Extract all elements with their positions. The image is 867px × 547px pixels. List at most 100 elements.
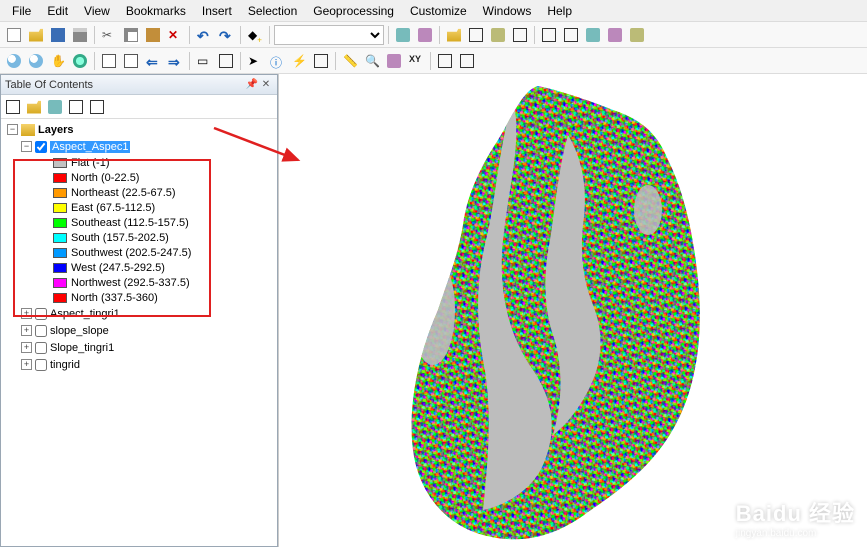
create-viewer-button[interactable] [457,51,477,71]
fixed-zoom-out-icon [124,54,138,68]
cut-button[interactable]: ✂ [99,25,119,45]
list-by-selection-button[interactable] [66,97,86,117]
select-features-button[interactable]: ▭ [194,51,214,71]
layer-row-aspect-aspec1[interactable]: − Aspect_Aspec1 [1,138,277,155]
menu-file[interactable]: File [4,2,39,20]
save-button[interactable] [48,25,68,45]
legend-label: Northeast (22.5-67.5) [71,187,176,199]
goto-xy-button[interactable]: XY [406,51,426,71]
expander-icon[interactable]: + [21,342,32,353]
legend-item: Northeast (22.5-67.5) [1,185,277,200]
menu-geoprocessing[interactable]: Geoprocessing [305,2,402,20]
new-button[interactable] [4,25,24,45]
menu-windows[interactable]: Windows [475,2,540,20]
prev-extent-button[interactable]: ⇐ [143,51,163,71]
menu-help[interactable]: Help [539,2,580,20]
menu-customize[interactable]: Customize [402,2,475,20]
list-by-visibility-button[interactable] [45,97,65,117]
results-button[interactable] [561,25,581,45]
toolbox-button[interactable] [415,25,435,45]
measure-button[interactable]: 📏 [340,51,360,71]
layer-visibility-checkbox[interactable] [35,359,47,371]
map-view[interactable]: Baidu 经验 jingyan.baidu.com [278,74,867,547]
copy-button[interactable] [121,25,141,45]
menu-bookmarks[interactable]: Bookmarks [118,2,194,20]
add-data-button[interactable]: ◆+ [245,25,265,45]
pan-button[interactable]: ✋ [48,51,68,71]
separator [94,52,95,70]
close-icon[interactable]: ✕ [259,78,273,92]
options-button[interactable] [87,97,107,117]
pointer-button[interactable]: ➤ [245,51,265,71]
layer-visibility-checkbox[interactable] [35,308,47,320]
folder-open-icon [29,28,43,42]
layers-root-row[interactable]: − Layers [1,121,277,138]
find-route-button[interactable] [384,51,404,71]
paste-button[interactable] [143,25,163,45]
swatch-icon [53,203,67,213]
catalog-button[interactable] [444,25,464,45]
python-icon [513,28,527,42]
identify-button[interactable]: ⓘ [267,51,287,71]
menu-insert[interactable]: Insert [194,2,240,20]
scale-dropdown[interactable] [274,25,384,45]
find-route-icon [387,54,401,68]
delete-button[interactable]: ✕ [165,25,185,45]
hyperlink-button[interactable]: ⚡ [289,51,309,71]
zoom-in-icon [7,54,21,68]
toc-titlebar: Table Of Contents 📌 ✕ [1,75,277,95]
layer-row[interactable]: + Slope_tingri1 [1,339,277,356]
expander-icon[interactable]: + [21,359,32,370]
menu-view[interactable]: View [76,2,118,20]
open-button[interactable] [26,25,46,45]
menu-selection[interactable]: Selection [240,2,305,20]
layer-row[interactable]: + tingrid [1,356,277,373]
expander-icon[interactable]: − [7,124,18,135]
next-extent-button[interactable]: ⇒ [165,51,185,71]
save-icon [51,28,65,42]
results-icon [564,28,578,42]
toc-tree[interactable]: − Layers − Aspect_Aspec1 Flat (-1) North… [1,119,277,546]
arctoolbox-button[interactable] [488,25,508,45]
add-data-icon: ◆+ [248,28,262,42]
layer-visibility-checkbox[interactable] [35,342,47,354]
expander-icon[interactable]: + [21,325,32,336]
find-button[interactable]: 🔍 [362,51,382,71]
python-button[interactable] [510,25,530,45]
fixed-zoom-in-button[interactable] [99,51,119,71]
expander-icon[interactable]: − [21,141,32,152]
toolbox-icon [418,28,432,42]
search-icon [469,28,483,42]
watermark: Baidu 经验 jingyan.baidu.com [736,496,855,539]
editor-toolbar-button[interactable] [393,25,413,45]
pin-icon[interactable]: 📌 [245,78,259,92]
full-extent-button[interactable] [70,51,90,71]
redo-button[interactable]: ↷ [216,25,236,45]
list-by-source-button[interactable] [24,97,44,117]
menu-edit[interactable]: Edit [39,2,76,20]
env-button[interactable] [583,25,603,45]
modelbuilder-button[interactable] [539,25,559,45]
separator [335,52,336,70]
menu-bar: File Edit View Bookmarks Insert Selectio… [0,0,867,22]
time-slider-button[interactable] [435,51,455,71]
expander-icon[interactable]: + [21,308,32,319]
list-drawing-icon [6,100,20,114]
search-button[interactable] [466,25,486,45]
zoom-in-button[interactable] [4,51,24,71]
html-popup-button[interactable] [311,51,331,71]
layer-label: Slope_tingri1 [50,342,114,354]
zoom-out-button[interactable] [26,51,46,71]
layer-row[interactable]: + Aspect_tingri1 [1,305,277,322]
tb-button[interactable] [605,25,625,45]
layer-visibility-checkbox[interactable] [35,141,47,153]
layer-row[interactable]: + slope_slope [1,322,277,339]
swatch-icon [53,173,67,183]
list-by-drawing-order-button[interactable] [3,97,23,117]
fixed-zoom-out-button[interactable] [121,51,141,71]
print-button[interactable] [70,25,90,45]
clear-selection-button[interactable] [216,51,236,71]
undo-button[interactable]: ↶ [194,25,214,45]
layer-visibility-checkbox[interactable] [35,325,47,337]
tb2-button[interactable] [627,25,647,45]
